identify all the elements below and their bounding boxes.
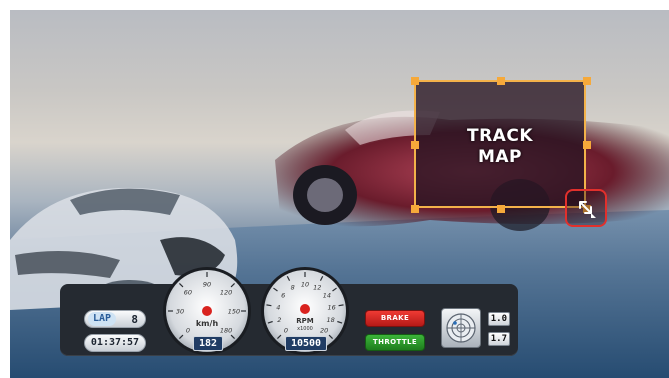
lap-time-display: 01:37:57 — [84, 334, 146, 352]
resize-handle-bottom-left[interactable] — [411, 205, 419, 213]
gauge-tick-label: 90 — [203, 281, 211, 289]
speedometer-unit: km/h — [196, 319, 219, 328]
gauge-tick-label: 12 — [313, 283, 321, 291]
throttle-indicator[interactable]: THROTTLE — [365, 334, 425, 351]
readout-top: 1.0 — [488, 312, 510, 326]
speed-readout: 182 — [193, 336, 223, 351]
gauge-tick-label: 20 — [320, 327, 328, 335]
resize-diagonal-icon — [579, 201, 596, 218]
gauge-tick-label: 18 — [327, 316, 335, 324]
resize-handle-top[interactable] — [497, 77, 505, 85]
tachometer-hub — [300, 304, 310, 314]
hud-panel: LAP 8 01:37:57 0 30 60 90 120 150 180 km/h 182… — [60, 267, 518, 356]
gauge-tick-label: 0 — [186, 327, 190, 335]
track-map-overlay[interactable]: TRACK MAP — [411, 77, 591, 213]
gauge-tick-label: 4 — [276, 303, 280, 311]
lap-counter: LAP 8 — [84, 310, 146, 328]
gauge-tick-label: 8 — [291, 283, 295, 291]
readout-bottom: 1.7 — [488, 332, 510, 346]
rpm-readout: 10500 — [285, 336, 327, 351]
lap-label: LAP — [88, 312, 117, 326]
radar-icon — [446, 313, 476, 343]
brake-indicator[interactable]: BRAKE — [365, 310, 425, 327]
gauge-tick-label: 14 — [323, 292, 331, 300]
gauge-tick — [338, 304, 344, 307]
resize-handle-bottom[interactable] — [497, 205, 505, 213]
tachometer-multiplier: x1000 — [297, 326, 313, 332]
resize-handle-top-left[interactable] — [411, 77, 419, 85]
gauge-tick-label: 30 — [176, 308, 184, 316]
track-map-label: TRACK MAP — [467, 126, 533, 167]
gauge-tick-label: 120 — [220, 288, 232, 296]
speedometer-hub — [202, 306, 212, 316]
tachometer-unit: RPM — [296, 317, 314, 325]
resize-button[interactable] — [565, 189, 607, 227]
resize-handle-top-right[interactable] — [583, 77, 591, 85]
gauge-tick-label: 10 — [301, 281, 309, 289]
gauge-tick-label: 150 — [228, 308, 240, 316]
radar-button[interactable] — [441, 308, 481, 348]
resize-handle-right[interactable] — [583, 141, 591, 149]
gauge-tick — [266, 304, 272, 307]
lap-time: 01:37:57 — [90, 337, 140, 348]
gauge-tick-label: 2 — [277, 316, 281, 324]
gauge-tick-label: 16 — [328, 303, 336, 311]
gauge-tick-label: 180 — [220, 327, 232, 335]
gauge-tick-label: 60 — [184, 288, 192, 296]
lap-value: 8 — [131, 313, 138, 326]
gauge-tick-label: 0 — [284, 327, 288, 335]
gauge-tick-label: 6 — [281, 292, 285, 300]
